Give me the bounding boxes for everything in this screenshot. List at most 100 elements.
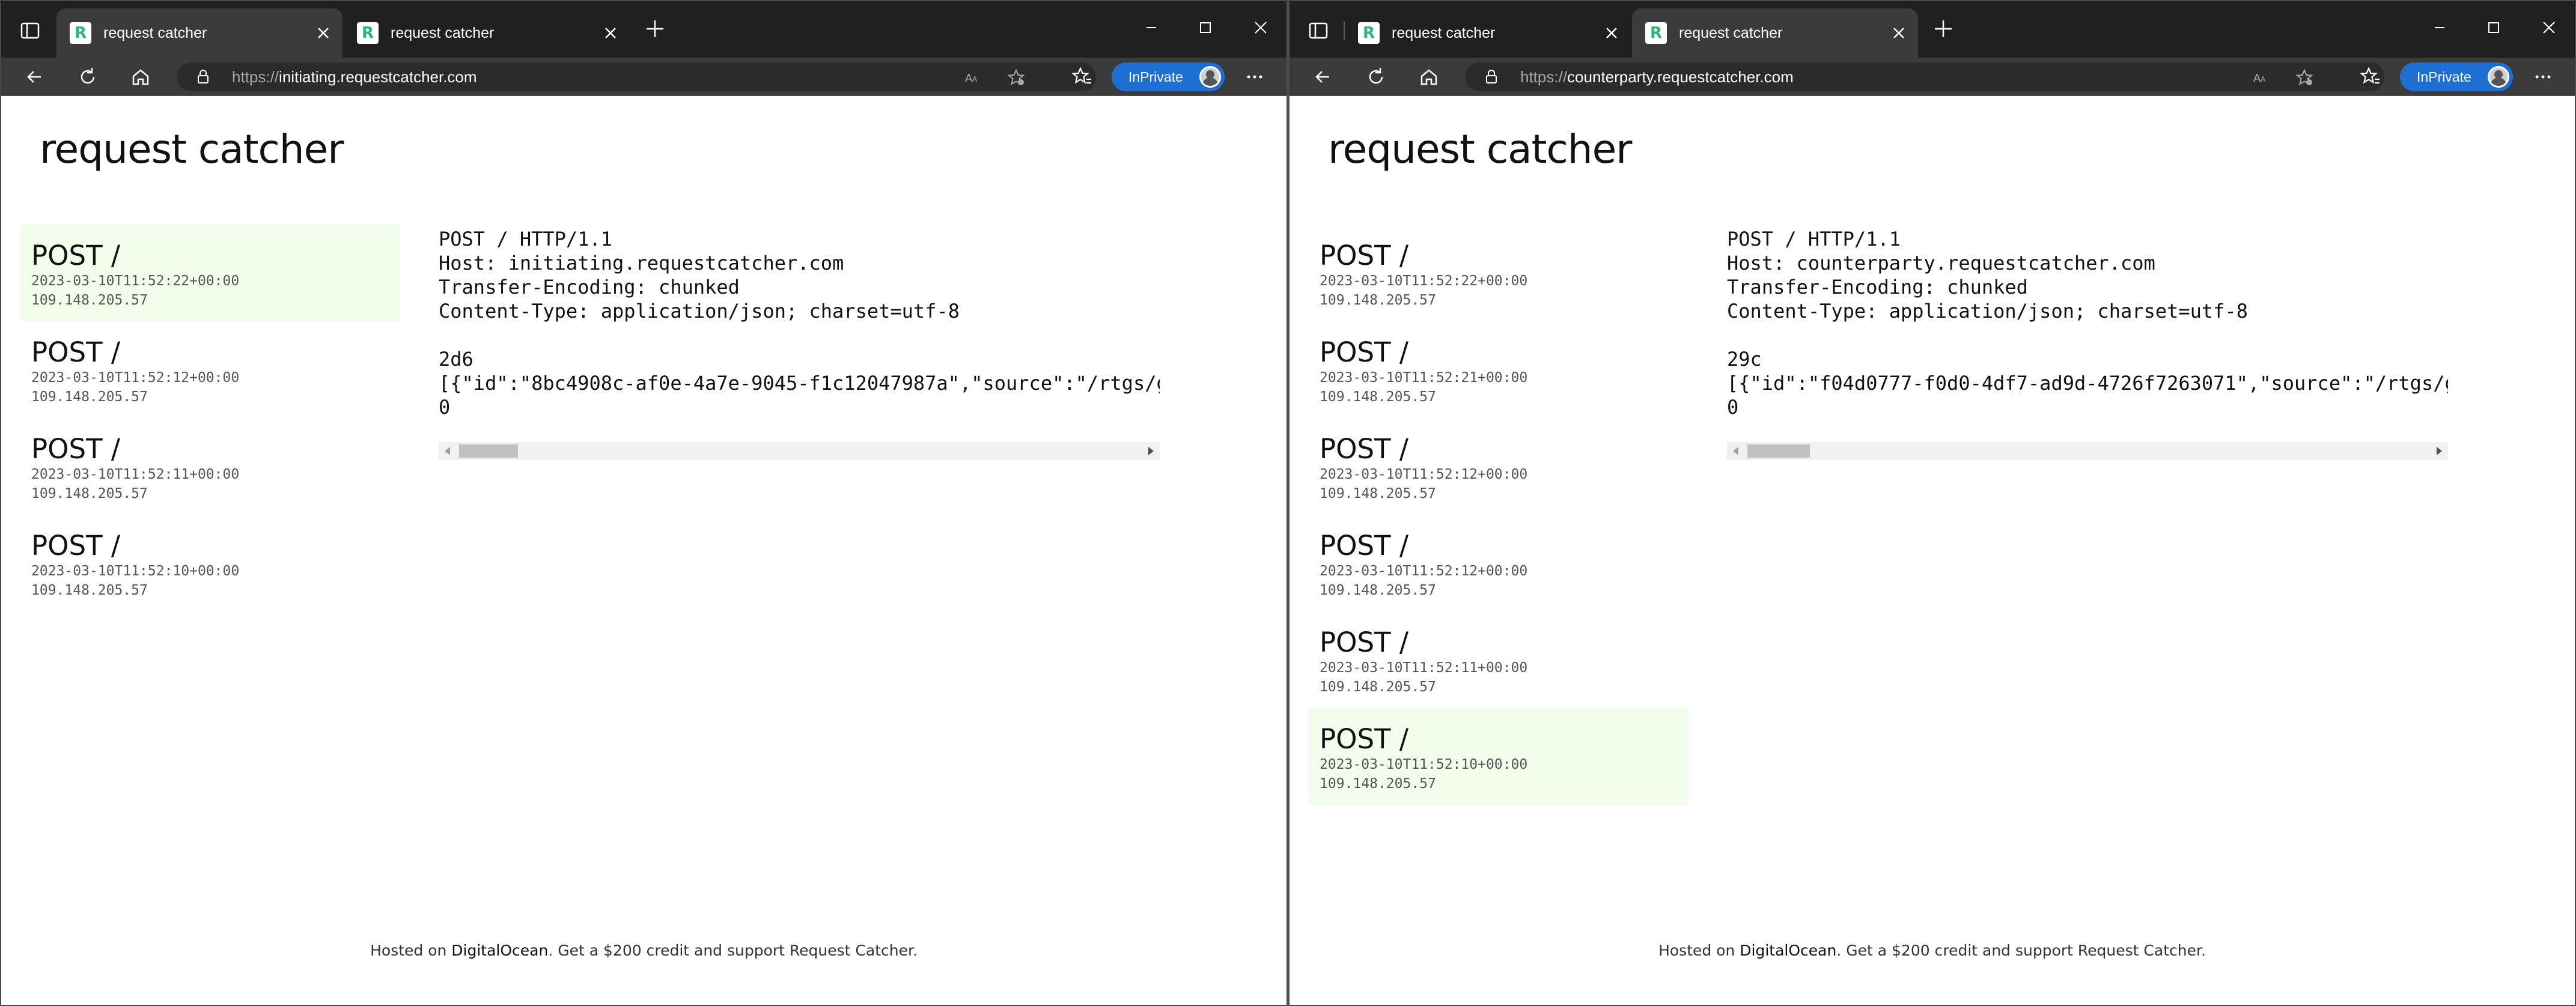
home-icon[interactable] <box>1417 65 1441 89</box>
request-timestamp: 2023-03-10T11:52:22+00:00 <box>1320 273 1528 289</box>
request-method: POST / <box>31 240 121 271</box>
address-bar[interactable]: https://initiating.requestcatcher.com AA <box>177 62 1096 91</box>
inprivate-button[interactable]: InPrivate <box>1112 62 1225 91</box>
home-icon[interactable] <box>129 65 153 89</box>
plus-icon[interactable] <box>1931 17 1955 41</box>
tab-actions-icon[interactable] <box>1306 19 1330 43</box>
tab-request-catcher-2[interactable]: R request catcher <box>344 8 630 58</box>
request-method: POST / <box>31 530 121 562</box>
request-list-item[interactable]: POST / 2023-03-10T11:52:22+00:00 109.148… <box>20 225 400 321</box>
url-text[interactable]: https://counterparty.requestcatcher.com <box>1520 62 1794 91</box>
more-icon[interactable] <box>2531 65 2555 89</box>
maximize-icon[interactable] <box>2480 14 2507 41</box>
svg-text:A: A <box>2261 75 2266 83</box>
scroll-left-arrow-icon[interactable] <box>445 447 450 455</box>
minimize-icon[interactable] <box>2426 14 2453 41</box>
lock-icon[interactable] <box>195 68 212 85</box>
request-ip: 109.148.205.57 <box>1320 776 1436 792</box>
close-icon[interactable] <box>1890 25 1907 41</box>
tab-request-catcher-1[interactable]: R request catcher <box>56 8 343 58</box>
header-transfer-encoding: Transfer-Encoding: chunked <box>439 276 740 298</box>
request-method: POST / <box>1320 530 1409 562</box>
profile-avatar-icon <box>2488 66 2509 88</box>
chunk-terminator: 0 <box>1727 396 1739 419</box>
scroll-right-arrow-icon[interactable] <box>2437 447 2442 455</box>
request-timestamp: 2023-03-10T11:52:12+00:00 <box>31 370 240 386</box>
close-icon[interactable] <box>602 25 619 41</box>
back-arrow-icon[interactable] <box>1311 65 1335 89</box>
request-method: POST / <box>1320 723 1409 755</box>
request-list-item[interactable]: POST / 2023-03-10T11:52:12+00:00 109.148… <box>1309 515 1688 611</box>
request-method: POST / <box>1320 240 1409 271</box>
request-method: POST / <box>1320 336 1409 368</box>
favicon-r-icon: R <box>70 22 91 44</box>
scroll-right-arrow-icon[interactable] <box>1148 447 1154 455</box>
navigation-toolbar: https://initiating.requestcatcher.com AA… <box>1 58 1286 96</box>
request-method: POST / <box>31 433 121 465</box>
back-arrow-icon[interactable] <box>23 65 47 89</box>
favorites-icon[interactable] <box>2358 65 2382 89</box>
page-footer: Hosted on DigitalOcean. Get a $200 credi… <box>370 942 918 959</box>
close-icon[interactable] <box>1247 14 1274 41</box>
header-content-type: Content-Type: application/json; charset=… <box>439 300 960 323</box>
request-ip: 109.148.205.57 <box>1320 389 1436 405</box>
page-footer: Hosted on DigitalOcean. Get a $200 credi… <box>1658 942 2206 959</box>
refresh-icon[interactable] <box>1364 65 1388 89</box>
request-method: POST / <box>1320 433 1409 465</box>
page-content: request catcher POST / 2023-03-10T11:52:… <box>1290 96 2575 1005</box>
request-method: POST / <box>31 336 121 368</box>
tab-strip: R request catcher R request catcher <box>1 1 1286 58</box>
favicon-r-icon: R <box>357 22 379 44</box>
request-list-item[interactable]: POST / 2023-03-10T11:52:22+00:00 109.148… <box>1309 225 1688 321</box>
close-icon[interactable] <box>1603 25 1620 41</box>
request-list-item[interactable]: POST / 2023-03-10T11:52:10+00:00 109.148… <box>20 515 400 611</box>
scroll-left-arrow-icon[interactable] <box>1733 447 1738 455</box>
horizontal-scrollbar[interactable] <box>1727 442 2448 460</box>
tab-request-catcher-1[interactable]: R request catcher <box>1345 8 1631 58</box>
inprivate-button[interactable]: InPrivate <box>2400 62 2513 91</box>
plus-icon[interactable] <box>643 17 667 41</box>
request-list-item[interactable]: POST / 2023-03-10T11:52:11+00:00 109.148… <box>1309 611 1688 708</box>
chunk-terminator: 0 <box>439 396 451 419</box>
request-ip: 109.148.205.57 <box>1320 679 1436 695</box>
blank-line <box>439 323 1160 347</box>
address-bar[interactable]: https://counterparty.requestcatcher.com … <box>1465 62 2384 91</box>
maximize-icon[interactable] <box>1192 14 1219 41</box>
close-icon[interactable] <box>315 25 332 41</box>
digitalocean-link[interactable]: DigitalOcean <box>1740 942 1836 959</box>
favorites-icon[interactable] <box>1070 65 1094 89</box>
tab-title: request catcher <box>1679 25 1783 41</box>
request-list-item[interactable]: POST / 2023-03-10T11:52:10+00:00 109.148… <box>1309 708 1688 805</box>
url-text[interactable]: https://initiating.requestcatcher.com <box>232 62 477 91</box>
digitalocean-link[interactable]: DigitalOcean <box>451 942 548 959</box>
read-aloud-icon[interactable]: AA <box>964 68 982 86</box>
request-list-item[interactable]: POST / 2023-03-10T11:52:12+00:00 109.148… <box>20 321 400 418</box>
add-favorite-icon[interactable] <box>1007 68 1025 86</box>
tab-actions-icon[interactable] <box>18 19 42 43</box>
request-timestamp: 2023-03-10T11:52:10+00:00 <box>1320 757 1528 772</box>
close-icon[interactable] <box>2536 14 2562 41</box>
page-title: request catcher <box>40 126 344 172</box>
read-aloud-icon[interactable]: AA <box>2252 68 2270 86</box>
request-ip: 109.148.205.57 <box>31 486 148 501</box>
request-list-item[interactable]: POST / 2023-03-10T11:52:11+00:00 109.148… <box>20 418 400 515</box>
more-icon[interactable] <box>1243 65 1267 89</box>
tab-title: request catcher <box>103 25 207 41</box>
scrollbar-thumb[interactable] <box>459 444 518 458</box>
refresh-icon[interactable] <box>76 65 100 89</box>
request-list-item[interactable]: POST / 2023-03-10T11:52:12+00:00 109.148… <box>1309 418 1688 515</box>
chunk-size: 2d6 <box>439 348 473 371</box>
browser-window-right: R request catcher R request catcher http… <box>1288 0 2576 1006</box>
request-timestamp: 2023-03-10T11:52:11+00:00 <box>31 467 240 482</box>
request-list-item[interactable]: POST / 2023-03-10T11:52:21+00:00 109.148… <box>1309 321 1688 418</box>
add-favorite-icon[interactable] <box>2295 68 2313 86</box>
horizontal-scrollbar[interactable] <box>439 442 1160 460</box>
header-host: Host: initiating.requestcatcher.com <box>439 252 844 274</box>
header-content-type: Content-Type: application/json; charset=… <box>1727 300 2248 323</box>
tab-request-catcher-2[interactable]: R request catcher <box>1632 8 1918 58</box>
request-line: POST / HTTP/1.1 <box>1727 228 1901 250</box>
scrollbar-thumb[interactable] <box>1747 444 1810 458</box>
minimize-icon[interactable] <box>1138 14 1165 41</box>
lock-icon[interactable] <box>1483 68 1500 85</box>
header-host: Host: counterparty.requestcatcher.com <box>1727 252 2155 274</box>
